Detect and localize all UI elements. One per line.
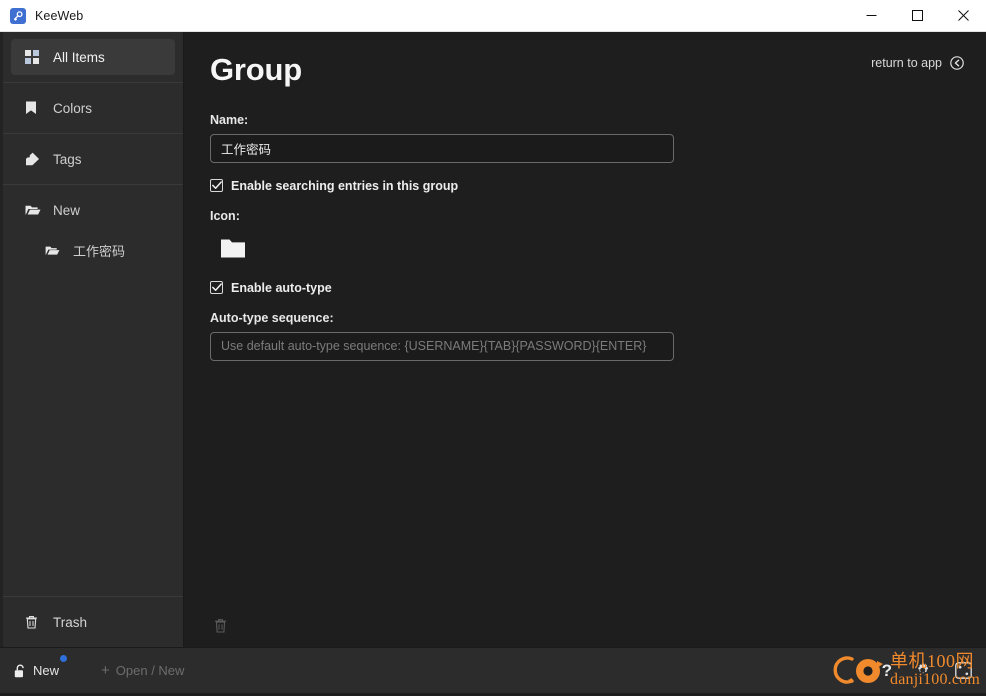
footer-file-button[interactable]: New: [14, 655, 69, 678]
enable-search-checkbox-row[interactable]: Enable searching entries in this group: [210, 179, 960, 193]
footer-open-new-label: Open / New: [115, 663, 185, 678]
group-settings-form: return to app Group Name: 工作密码 Enable se…: [184, 32, 986, 603]
sidebar-item-label: Colors: [53, 100, 93, 116]
sidebar-section-trash: Trash: [3, 596, 183, 647]
sidebar-item-trash[interactable]: Trash: [11, 604, 175, 640]
sidebar-item-all-items[interactable]: All Items: [11, 39, 175, 75]
enable-autotype-checkbox-row[interactable]: Enable auto-type: [210, 281, 960, 295]
enable-autotype-checkbox[interactable]: [210, 281, 223, 295]
trash-icon: [25, 615, 43, 629]
question-mark-icon[interactable]: ?: [882, 662, 892, 679]
footer-left-group: New + Open / New: [0, 655, 184, 678]
folder-open-icon: [25, 204, 43, 216]
sidebar-item-label: New: [53, 202, 81, 218]
sidebar-item-label: 工作密码: [73, 243, 126, 259]
close-icon[interactable]: [940, 0, 986, 31]
return-to-app-link[interactable]: return to app: [871, 56, 964, 70]
sidebar-item-label: Trash: [53, 614, 88, 630]
sidebar-item-group-work-passwords[interactable]: 工作密码: [31, 235, 175, 265]
watermark-logo-icon: [830, 649, 888, 691]
page-title: Group: [210, 52, 302, 87]
enable-search-label: Enable searching entries in this group: [231, 178, 459, 193]
sidebar-item-label: Tags: [53, 151, 82, 167]
sidebar: All Items Colors Tags New 工作密码 Trash: [3, 32, 184, 647]
bookmark-icon: [25, 101, 43, 115]
sidebar-section-groups: New 工作密码: [3, 185, 183, 596]
arrow-left-circle-icon: [950, 56, 964, 70]
footer-open-new-button[interactable]: + Open / New: [101, 663, 184, 678]
main-panel: return to app Group Name: 工作密码 Enable se…: [184, 32, 986, 647]
sidebar-item-colors[interactable]: Colors: [11, 90, 175, 126]
sidebar-item-tags[interactable]: Tags: [11, 141, 175, 177]
sidebar-item-label: All Items: [53, 49, 105, 65]
autotype-sequence-label: Auto-type sequence:: [210, 310, 334, 325]
app-body: All Items Colors Tags New 工作密码 Trash ret…: [0, 32, 986, 647]
title-bar: KeeWeb: [0, 0, 986, 32]
icon-field-label: Icon:: [210, 208, 240, 223]
grid-icon: [25, 50, 43, 64]
folder-icon: [220, 237, 246, 264]
autotype-sequence-input[interactable]: [210, 331, 674, 361]
key-icon: [10, 7, 26, 24]
window-title: KeeWeb: [35, 8, 84, 23]
sidebar-section-colors: Colors: [3, 83, 183, 134]
dice-icon[interactable]: [955, 662, 972, 679]
sidebar-item-group-new[interactable]: New: [11, 192, 175, 228]
name-field-label: Name:: [210, 112, 249, 127]
lock-open-icon: [14, 664, 27, 678]
folder-open-icon: [45, 245, 63, 256]
footer-file-label: New: [33, 663, 60, 678]
group-name-input[interactable]: [210, 133, 674, 163]
keeweb-window: KeeWeb All Items Colors Tags New 工作密码 Tr…: [0, 0, 986, 693]
footer-right-group: ?: [882, 661, 986, 680]
tag-icon: [25, 152, 43, 166]
enable-search-checkbox[interactable]: [210, 179, 223, 193]
footer-bar: New + Open / New ? 单机100网 danji100.com: [0, 647, 986, 693]
group-icon-picker[interactable]: [220, 237, 250, 265]
minimize-icon[interactable]: [848, 0, 894, 31]
plus-icon: +: [101, 662, 110, 679]
sidebar-section-all-items: All Items: [3, 32, 183, 83]
group-delete-bar: [184, 603, 986, 647]
trash-icon[interactable]: [214, 618, 227, 633]
sidebar-section-tags: Tags: [3, 134, 183, 185]
gear-icon[interactable]: [914, 661, 933, 680]
unsaved-changes-badge: [60, 655, 68, 662]
maximize-icon[interactable]: [894, 0, 940, 31]
enable-autotype-label: Enable auto-type: [231, 280, 332, 295]
return-to-app-label: return to app: [871, 56, 942, 70]
